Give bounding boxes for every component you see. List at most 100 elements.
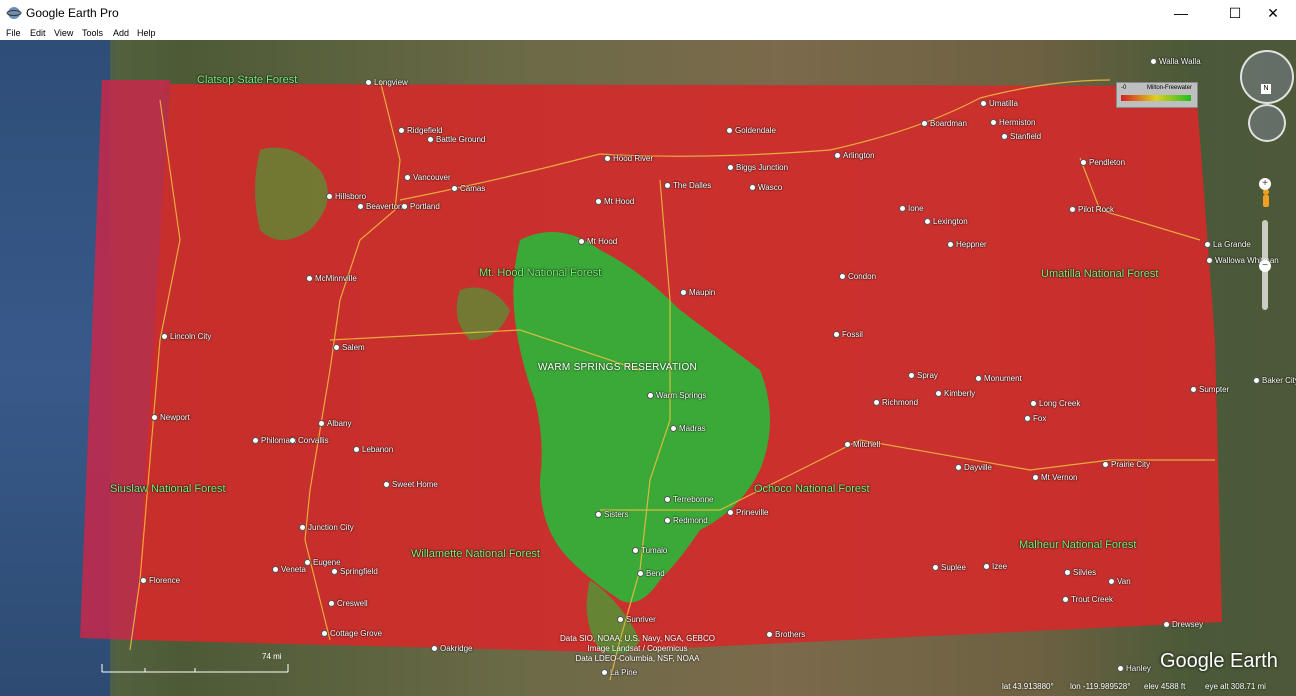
city-label[interactable]: Silvies [1064, 568, 1096, 577]
city-label[interactable]: Beaverton [357, 202, 402, 211]
menu-view[interactable]: View [54, 28, 73, 38]
zoom-out-icon[interactable]: − [1259, 260, 1271, 272]
city-label[interactable]: Mt Hood [578, 237, 617, 246]
city-label[interactable]: Kimberly [935, 389, 975, 398]
city-label[interactable]: Biggs Junction [727, 163, 788, 172]
forest-label[interactable]: Ochoco National Forest [754, 483, 870, 495]
city-label[interactable]: Long Creek [1030, 399, 1080, 408]
city-label[interactable]: Veneta [272, 565, 306, 574]
forest-label[interactable]: Mt. Hood National Forest [479, 267, 601, 279]
city-label[interactable]: Brothers [766, 630, 805, 639]
forest-label[interactable]: Clatsop State Forest [197, 74, 297, 86]
zoom-in-icon[interactable]: + [1259, 178, 1271, 190]
city-label[interactable]: Prineville [727, 508, 768, 517]
city-label[interactable]: Van [1108, 577, 1131, 586]
forest-label[interactable]: Willamette National Forest [411, 548, 540, 560]
forest-label[interactable]: Umatilla National Forest [1041, 268, 1158, 280]
city-label[interactable]: Condon [839, 272, 876, 281]
city-label[interactable]: Pilot Rock [1069, 205, 1114, 214]
city-label[interactable]: Portland [401, 202, 440, 211]
city-label[interactable]: Sisters [595, 510, 628, 519]
ndvi-legend: -0 Milton-Freewater [1116, 82, 1198, 108]
city-label[interactable]: Hood River [604, 154, 653, 163]
city-label[interactable]: La Pine [601, 668, 637, 677]
city-label[interactable]: The Dalles [664, 181, 711, 190]
city-label[interactable]: Hillsboro [326, 192, 366, 201]
city-label[interactable]: Fossil [833, 330, 863, 339]
menu-file[interactable]: File [6, 28, 21, 38]
city-label[interactable]: Oakridge [431, 644, 472, 653]
city-label[interactable]: Richmond [873, 398, 918, 407]
city-label[interactable]: Redmond [664, 516, 708, 525]
city-label[interactable]: Lexington [924, 217, 968, 226]
city-label[interactable]: Hanley [1117, 664, 1151, 673]
city-label[interactable]: Heppner [947, 240, 987, 249]
city-label[interactable]: Lebanon [353, 445, 393, 454]
city-label[interactable]: Bend [637, 569, 665, 578]
city-label[interactable]: Salem [333, 343, 365, 352]
menu-help[interactable]: Help [137, 28, 156, 38]
city-label[interactable]: Umatilla [980, 99, 1018, 108]
city-label[interactable]: Sumpter [1190, 385, 1229, 394]
city-label[interactable]: Corvallis [289, 436, 329, 445]
city-label[interactable]: Mitchell [844, 440, 880, 449]
city-label[interactable]: Terrebonne [664, 495, 713, 504]
city-label[interactable]: McMinnville [306, 274, 357, 283]
city-label[interactable]: Prairie City [1102, 460, 1150, 469]
city-label[interactable]: Boardman [921, 119, 967, 128]
city-label[interactable]: Creswell [328, 599, 368, 608]
city-label[interactable]: Ione [899, 204, 924, 213]
city-label[interactable]: Dayville [955, 463, 992, 472]
city-label[interactable]: Warm Springs [647, 391, 706, 400]
city-label[interactable]: Wasco [749, 183, 782, 192]
menu-tools[interactable]: Tools [82, 28, 103, 38]
city-label[interactable]: Camas [451, 184, 485, 193]
city-label[interactable]: Sunriver [617, 615, 656, 624]
city-label[interactable]: Izee [983, 562, 1007, 571]
city-label[interactable]: Monument [975, 374, 1022, 383]
city-label[interactable]: La Grande [1204, 240, 1251, 249]
city-label[interactable]: Springfield [331, 567, 378, 576]
minimize-button[interactable]: — [1158, 0, 1204, 26]
menu-add[interactable]: Add [113, 28, 129, 38]
city-label[interactable]: Drewsey [1163, 620, 1203, 629]
city-label[interactable]: Longview [365, 78, 408, 87]
city-label[interactable]: Mt Hood [595, 197, 634, 206]
city-label[interactable]: Trout Creek [1062, 595, 1113, 604]
forest-label[interactable]: Malheur National Forest [1019, 539, 1136, 551]
city-label[interactable]: Ridgefield [398, 126, 443, 135]
city-label[interactable]: Battle Ground [427, 135, 485, 144]
street-view-pegman-icon[interactable] [1262, 188, 1270, 210]
city-label[interactable]: Newport [151, 413, 190, 422]
city-label[interactable]: Florence [140, 576, 180, 585]
city-label[interactable]: Arlington [834, 151, 875, 160]
city-label[interactable]: Walla Walla [1150, 57, 1201, 66]
city-label[interactable]: Fox [1024, 414, 1046, 423]
city-label[interactable]: Tumalo [632, 546, 667, 555]
city-label[interactable]: Sweet Home [383, 480, 438, 489]
city-label[interactable]: Maupin [680, 288, 715, 297]
city-label[interactable]: Madras [670, 424, 706, 433]
menu-edit[interactable]: Edit [30, 28, 46, 38]
city-label[interactable]: Pendleton [1080, 158, 1125, 167]
city-label[interactable]: Stanfield [1001, 132, 1041, 141]
map-view[interactable]: WARM SPRINGS RESERVATION Longview Ridgefi… [0, 40, 1296, 696]
close-button[interactable]: ✕ [1250, 0, 1296, 26]
city-label[interactable]: Cottage Grove [321, 629, 382, 638]
city-label[interactable]: Mt Vernon [1032, 473, 1077, 482]
north-indicator[interactable]: N [1261, 84, 1271, 94]
city-label[interactable]: Lincoln City [161, 332, 211, 341]
city-label[interactable]: Suplee [932, 563, 966, 572]
move-navigation-ring[interactable] [1248, 104, 1286, 142]
city-label[interactable]: Hermiston [990, 118, 1035, 127]
city-label[interactable]: Junction City [299, 523, 354, 532]
look-navigation-ring[interactable] [1240, 50, 1294, 104]
city-label[interactable]: Goldendale [726, 126, 776, 135]
city-label[interactable]: Baker City [1253, 376, 1296, 385]
forest-label[interactable]: Siuslaw National Forest [110, 483, 226, 495]
city-label[interactable]: Albany [318, 419, 351, 428]
legend-low-label: -0 [1121, 85, 1127, 91]
city-label[interactable]: Vancouver [404, 173, 451, 182]
city-label[interactable]: Spray [908, 371, 938, 380]
city-label[interactable]: Eugene [304, 558, 341, 567]
